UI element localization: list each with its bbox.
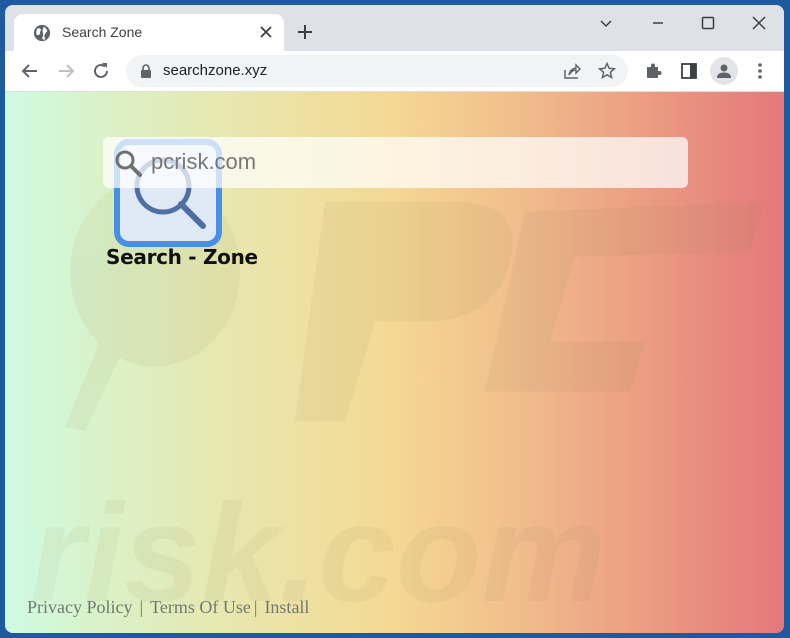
tab-title: Search Zone xyxy=(62,24,143,40)
footer: Privacy Policy | Terms Of Use | Install xyxy=(27,597,309,618)
arrow-right-icon[interactable] xyxy=(52,57,80,85)
maximize-icon[interactable] xyxy=(690,9,726,37)
minimize-icon[interactable] xyxy=(640,9,676,37)
share-icon[interactable] xyxy=(560,59,584,83)
install-link[interactable]: Install xyxy=(264,597,309,617)
arrow-left-icon[interactable] xyxy=(16,57,44,85)
footer-separator: | xyxy=(253,597,258,617)
plus-icon[interactable] xyxy=(293,20,317,44)
privacy-policy-link[interactable]: Privacy Policy xyxy=(27,597,133,617)
terms-of-use-link[interactable]: Terms Of Use xyxy=(150,597,251,617)
tab-strip: Search Zone xyxy=(5,5,784,51)
logo-text: Search - Zone xyxy=(106,245,258,269)
url-text: searchzone.xyz xyxy=(163,62,268,79)
toolbar: searchzone.xyz xyxy=(5,51,784,91)
browser-window: Search Zone searchzone.xyz risk.com pcri… xyxy=(5,5,784,633)
close-icon[interactable] xyxy=(254,20,278,44)
page-content: risk.com Search - Zone Privacy Policy|Te… xyxy=(5,91,784,633)
lock-icon xyxy=(141,64,151,78)
search-box xyxy=(103,137,688,188)
profile-icon[interactable] xyxy=(710,57,738,85)
footer-separator: | xyxy=(139,597,144,617)
chevron-down-icon[interactable] xyxy=(588,9,624,37)
search-input[interactable] xyxy=(151,145,671,179)
close-window-icon[interactable] xyxy=(741,9,777,37)
tab-search-zone[interactable]: Search Zone xyxy=(14,14,284,51)
globe-icon xyxy=(33,24,51,42)
extensions-icon[interactable] xyxy=(639,57,667,85)
more-menu-icon[interactable] xyxy=(746,57,774,85)
search-icon[interactable] xyxy=(113,148,143,178)
address-bar[interactable]: searchzone.xyz xyxy=(126,55,628,87)
side-panel-icon[interactable] xyxy=(675,57,703,85)
star-icon[interactable] xyxy=(595,59,619,83)
reload-icon[interactable] xyxy=(87,57,115,85)
